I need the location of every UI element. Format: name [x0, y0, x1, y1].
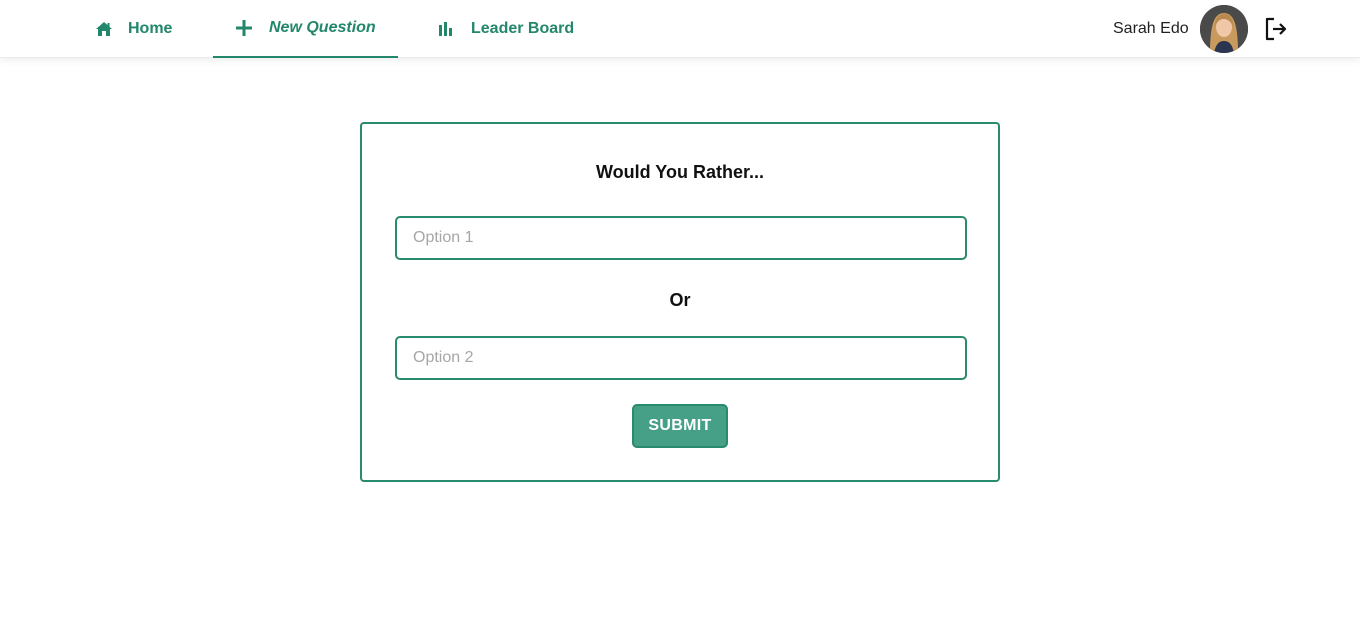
home-icon [95, 21, 113, 37]
form-title: Would You Rather... [595, 162, 764, 182]
nav-new-question-label: New Question [269, 19, 376, 36]
option-2-input[interactable] [395, 336, 967, 380]
bar-chart-icon [438, 22, 454, 36]
nav-leaderboard-label: Leader Board [471, 20, 575, 37]
new-question-card: Would You Rather... Or SUBMIT [360, 122, 1000, 482]
option-1-input[interactable] [395, 216, 967, 260]
nav-new-question-link[interactable]: New Question [213, 0, 398, 58]
logout-icon[interactable] [1264, 16, 1288, 42]
avatar[interactable] [1200, 5, 1248, 53]
user-name: Sarah Edo [1113, 20, 1189, 37]
nav-home-link[interactable]: Home [95, 0, 172, 58]
nav-home-label: Home [128, 20, 173, 37]
top-navbar: Home New Question Leader Board Sarah Edo [0, 0, 1360, 58]
submit-button[interactable]: SUBMIT [632, 404, 728, 448]
plus-icon [236, 20, 252, 36]
nav-leaderboard-link[interactable]: Leader Board [438, 0, 574, 58]
or-separator: Or [669, 290, 691, 310]
